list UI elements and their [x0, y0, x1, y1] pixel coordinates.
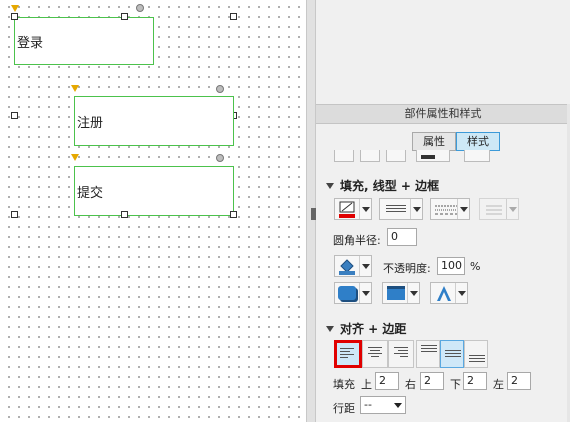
align-middle-icon [445, 350, 461, 359]
fill-section-title[interactable]: 填充, 线型 + 边框 [326, 177, 439, 194]
outline-panel [316, 0, 570, 104]
design-canvas[interactable]: 登录 注册 提交 [0, 0, 306, 422]
vertical-align-group [416, 340, 496, 370]
widget-anchor-marker [71, 85, 79, 92]
opacity-label: 不透明度: [383, 262, 431, 275]
widget-login[interactable]: 登录 [14, 17, 154, 65]
dashed-line-icon [435, 205, 457, 215]
chevron-down-icon[interactable] [410, 199, 422, 219]
paint-bucket-icon [339, 259, 355, 275]
line-color-button[interactable] [379, 198, 423, 220]
rotate-handle[interactable] [216, 85, 224, 93]
rotate-handle[interactable] [216, 154, 224, 162]
align-center-icon [368, 347, 382, 359]
align-middle-button[interactable] [440, 340, 464, 368]
line-spacing-label: 行距 [333, 402, 355, 415]
align-bottom-icon [469, 355, 485, 364]
resize-handle[interactable] [11, 211, 18, 218]
text-shadow-style-button[interactable] [430, 282, 468, 304]
text-shadow-button[interactable] [464, 150, 490, 162]
padding-top-input[interactable]: 2 [375, 372, 399, 390]
chevron-down-icon[interactable] [506, 199, 518, 219]
align-bottom-button[interactable] [464, 340, 488, 368]
widget-submit[interactable]: 提交 [74, 166, 234, 216]
resize-handle[interactable] [11, 13, 18, 20]
collapse-arrow-icon [326, 183, 334, 189]
chevron-down-icon[interactable] [359, 199, 371, 219]
widget-label: 注册 [77, 115, 104, 131]
padding-left-input[interactable]: 2 [507, 372, 531, 390]
chevron-down-icon[interactable] [457, 199, 469, 219]
inspector-tabs: 属性 样式 [412, 132, 500, 151]
line-spacing-select[interactable]: -- [360, 396, 406, 414]
arrow-style-icon [486, 205, 502, 215]
inspector-panel: 部件属性和样式 属性 样式 填充, 线型 + 边框 圆角半径: 0 不透明度: … [316, 104, 570, 422]
padding-top-label: 上 [361, 378, 372, 391]
align-left-button[interactable] [334, 340, 362, 368]
chevron-down-icon[interactable] [359, 256, 371, 276]
padding-left-label: 左 [493, 378, 504, 391]
inner-shadow-button[interactable] [382, 282, 420, 304]
tab-style[interactable]: 样式 [456, 132, 500, 151]
padding-right-label: 右 [405, 378, 416, 391]
corner-radius-label: 圆角半径: [333, 234, 381, 247]
padding-label: 填充 [333, 378, 355, 391]
tab-properties[interactable]: 属性 [412, 132, 456, 151]
resize-handle[interactable] [121, 13, 128, 20]
chevron-down-icon[interactable] [455, 283, 467, 303]
font-toolbar-row [316, 150, 570, 162]
opacity-input[interactable]: 100 [437, 257, 465, 275]
opacity-unit: % [470, 260, 481, 273]
padding-bottom-input[interactable]: 2 [463, 372, 487, 390]
line-spacing-value: -- [364, 398, 372, 411]
resize-handle[interactable] [11, 112, 18, 119]
align-left-icon [340, 348, 354, 360]
bold-button[interactable] [334, 150, 354, 162]
inspector-title: 部件属性和样式 [316, 104, 570, 124]
padding-right-input[interactable]: 2 [420, 372, 444, 390]
rotate-handle[interactable] [136, 4, 144, 12]
outer-shadow-button[interactable] [334, 282, 372, 304]
font-color-button[interactable] [416, 150, 450, 162]
align-right-button[interactable] [388, 340, 414, 368]
resize-handle[interactable] [121, 211, 128, 218]
padding-bottom-label: 下 [450, 378, 461, 391]
text-shadow-icon [437, 286, 451, 301]
align-top-button[interactable] [416, 340, 440, 368]
resize-handle[interactable] [230, 13, 237, 20]
line-pattern-button[interactable] [430, 198, 470, 220]
fill-color-button[interactable] [334, 198, 372, 220]
chevron-down-icon[interactable] [359, 283, 371, 303]
align-right-icon [394, 347, 408, 359]
paint-bucket-button[interactable] [334, 255, 372, 277]
resize-handle[interactable] [230, 211, 237, 218]
arrow-style-button[interactable] [479, 198, 519, 220]
fill-color-icon [339, 201, 355, 218]
widget-anchor-marker [11, 5, 19, 12]
horizontal-align-group [332, 340, 426, 370]
widget-label: 登录 [17, 35, 44, 51]
widget-label: 提交 [77, 185, 104, 201]
chevron-down-icon [394, 403, 402, 408]
line-style-icon [386, 205, 406, 214]
widget-anchor-marker [71, 154, 79, 161]
inner-shadow-icon [387, 286, 405, 300]
underline-button[interactable] [386, 150, 406, 162]
align-center-button[interactable] [362, 340, 388, 368]
widget-register[interactable]: 注册 [74, 96, 234, 146]
align-section-title[interactable]: 对齐 + 边距 [326, 320, 406, 337]
collapse-arrow-icon [326, 326, 334, 332]
shadow-box-icon [338, 286, 356, 300]
corner-radius-input[interactable]: 0 [387, 228, 417, 246]
chevron-down-icon[interactable] [407, 283, 419, 303]
align-top-icon [421, 345, 437, 354]
italic-button[interactable] [360, 150, 380, 162]
